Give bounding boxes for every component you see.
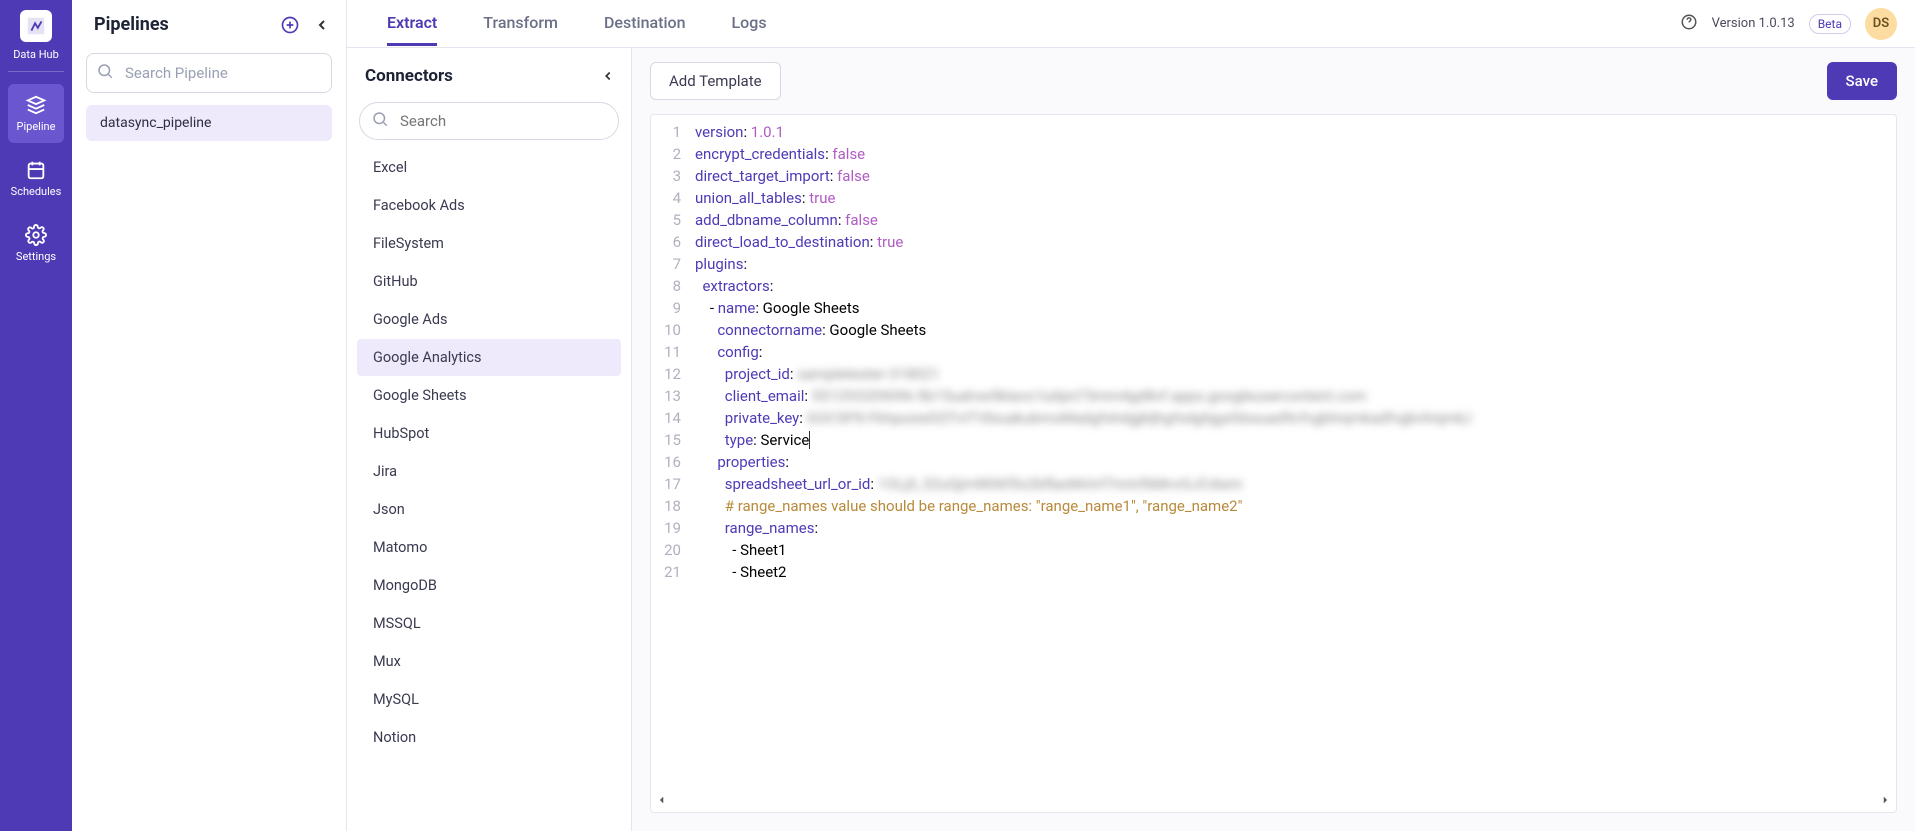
scroll-left-icon[interactable]: [657, 795, 667, 805]
nav-pipeline[interactable]: Pipeline: [8, 84, 64, 143]
horizontal-scrollbar[interactable]: [679, 792, 1868, 806]
connector-item[interactable]: Google Sheets: [357, 377, 621, 414]
pipelines-title: Pipelines: [94, 14, 169, 35]
version-label: Version 1.0.13: [1712, 16, 1795, 31]
brand-label: Data Hub: [13, 48, 59, 61]
nav-settings[interactable]: Settings: [8, 214, 64, 273]
nav-settings-label: Settings: [16, 250, 56, 263]
tab-logs[interactable]: Logs: [732, 1, 767, 46]
connector-list[interactable]: ExcelFacebook AdsFileSystemGitHubGoogle …: [347, 148, 631, 831]
add-pipeline-icon[interactable]: [280, 15, 300, 35]
help-icon[interactable]: [1680, 13, 1698, 35]
connector-item[interactable]: Google Ads: [357, 301, 621, 338]
line-gutter: 123456789101112131415161718192021: [651, 115, 689, 792]
brand: Data Hub: [8, 10, 64, 72]
search-pipeline-input[interactable]: [86, 53, 332, 93]
editor-area: Add Template Save 1234567891011121314151…: [632, 48, 1915, 831]
connector-item[interactable]: GitHub: [357, 263, 621, 300]
connector-item[interactable]: Jira: [357, 453, 621, 490]
search-icon: [371, 110, 389, 132]
code-content[interactable]: version: 1.0.1encrypt_credentials: false…: [689, 115, 1896, 792]
nav-schedules[interactable]: Schedules: [8, 149, 64, 208]
connector-item[interactable]: Matomo: [357, 529, 621, 566]
main: Extract Transform Destination Logs Versi…: [347, 0, 1915, 831]
connectors-panel: Connectors ExcelFacebook AdsFileSystemGi…: [347, 48, 632, 831]
pipeline-item[interactable]: datasync_pipeline: [86, 105, 332, 141]
connector-item[interactable]: MongoDB: [357, 567, 621, 604]
pipeline-list: datasync_pipeline: [72, 101, 346, 145]
connector-item[interactable]: Json: [357, 491, 621, 528]
collapse-connectors-icon[interactable]: [601, 69, 615, 83]
beta-badge: Beta: [1809, 14, 1851, 34]
connector-item[interactable]: Google Analytics: [357, 339, 621, 376]
scroll-right-icon[interactable]: [1880, 795, 1890, 805]
connector-item[interactable]: Facebook Ads: [357, 187, 621, 224]
icon-sidebar: Data Hub Pipeline Schedules Settings: [0, 0, 72, 831]
add-template-button[interactable]: Add Template: [650, 62, 781, 100]
connector-item[interactable]: MySQL: [357, 681, 621, 718]
nav-schedules-label: Schedules: [11, 185, 62, 198]
tabs: Extract Transform Destination Logs: [387, 1, 767, 46]
connectors-title: Connectors: [365, 66, 453, 86]
nav-pipeline-label: Pipeline: [17, 120, 56, 133]
save-button[interactable]: Save: [1827, 62, 1897, 100]
tab-extract[interactable]: Extract: [387, 1, 437, 46]
search-icon: [96, 62, 114, 84]
avatar[interactable]: DS: [1865, 8, 1897, 40]
code-editor[interactable]: 123456789101112131415161718192021 versio…: [650, 114, 1897, 813]
tab-destination[interactable]: Destination: [604, 1, 686, 46]
connector-item[interactable]: MSSQL: [357, 605, 621, 642]
connector-item[interactable]: HubSpot: [357, 415, 621, 452]
pipelines-panel: Pipelines datasync_pipeline: [72, 0, 347, 831]
tab-transform[interactable]: Transform: [483, 1, 558, 46]
search-connectors-input[interactable]: [359, 102, 619, 140]
collapse-pipelines-icon[interactable]: [314, 17, 330, 33]
brand-icon: [20, 10, 52, 42]
connector-item[interactable]: FileSystem: [357, 225, 621, 262]
connector-item[interactable]: Notion: [357, 719, 621, 756]
connector-item[interactable]: Excel: [357, 149, 621, 186]
connector-item[interactable]: Mux: [357, 643, 621, 680]
top-bar: Extract Transform Destination Logs Versi…: [347, 0, 1915, 48]
